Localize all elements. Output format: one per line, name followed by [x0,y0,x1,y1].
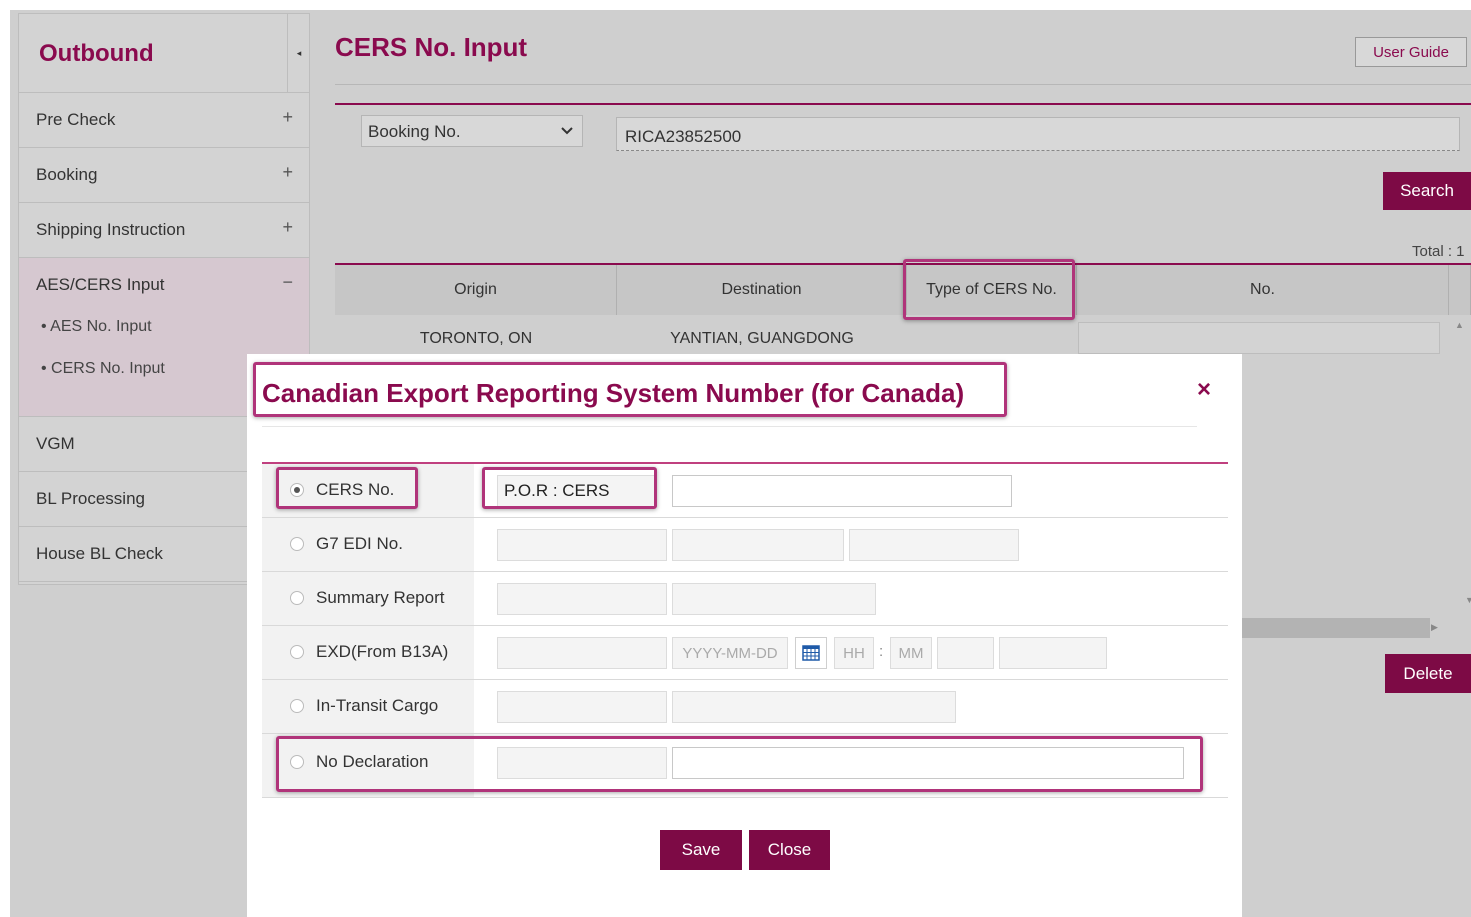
option-row-in-transit-cargo: In-Transit Cargo [262,680,1228,734]
g7-edi-radio[interactable] [290,537,304,551]
summary-report-radio[interactable] [290,591,304,605]
exd-minute-input[interactable]: MM [890,637,932,669]
sidebar-subitem-cers-no-input[interactable]: • CERS No. Input [41,360,165,378]
cers-modal: Canadian Export Reporting System Number … [247,354,1242,917]
column-header-destination: Destination [617,265,907,315]
cers-no-input[interactable] [672,475,1012,507]
exd-field-5[interactable] [999,637,1107,669]
exd-radio[interactable] [290,645,304,659]
highlight-cers-no-option [276,467,418,509]
highlight-modal-title [253,362,1007,417]
exd-field-1[interactable] [497,637,667,669]
in-transit-field-2[interactable] [672,691,956,723]
search-input[interactable]: RICA23852500 [616,117,1460,151]
total-count: Total : 1 [1412,243,1465,260]
column-header-origin: Origin [335,265,617,315]
option-row-g7-edi: G7 EDI No. [262,518,1228,572]
option-label: G7 EDI No. [316,534,403,553]
option-row-exd: EXD(From B13A) YYYY-MM-DD HH : MM [262,626,1228,680]
user-guide-button[interactable]: User Guide [1355,37,1467,67]
page-title: CERS No. Input [335,32,528,62]
exd-date-input[interactable]: YYYY-MM-DD [672,637,788,669]
scroll-right-icon[interactable]: ▶ [1431,622,1438,633]
cers-no-cell-input[interactable] [1078,322,1440,354]
option-label: In-Transit Cargo [316,696,439,715]
option-label: EXD(From B13A) [316,642,449,661]
sidebar-subitem-aes-no-input[interactable]: • AES No. Input [41,318,152,336]
close-button[interactable]: Close [749,830,830,870]
exd-field-4[interactable] [937,637,994,669]
scroll-down-icon[interactable]: ▼ [1465,595,1471,605]
summary-report-field-2[interactable] [672,583,876,615]
close-icon[interactable]: × [1197,376,1211,404]
sidebar-item-label: Booking [36,165,98,184]
chevron-down-icon [552,116,582,146]
summary-report-field-1[interactable] [497,583,667,615]
sidebar-item-label: AES/CERS Input [36,275,165,294]
horizontal-scrollbar[interactable] [1242,618,1430,638]
sidebar-title: Outbound [39,40,154,67]
g7-edi-field-2[interactable] [672,529,844,561]
g7-edi-field-1[interactable] [497,529,667,561]
delete-button[interactable]: Delete [1385,654,1471,693]
calendar-icon[interactable] [795,637,827,669]
expand-icon[interactable]: + [282,217,293,238]
option-row-summary-report: Summary Report [262,572,1228,626]
sidebar-item-label: House BL Check [36,544,163,563]
highlight-no-declaration-row [276,736,1203,792]
sidebar-item-pre-check[interactable]: Pre Check + [19,93,309,148]
collapse-sidebar-icon[interactable]: ◂ [287,14,310,92]
in-transit-field-1[interactable] [497,691,667,723]
option-label: Summary Report [316,588,445,607]
sidebar-item-label: Pre Check [36,110,116,129]
sidebar-header: Outbound ◂ [19,14,309,93]
highlight-por-cers-prefix [482,467,657,509]
sidebar-item-label: BL Processing [36,489,145,508]
collapse-icon[interactable]: − [282,272,293,293]
column-header-no: No. [1077,265,1449,315]
divider [262,426,1197,427]
scroll-up-icon[interactable]: ▲ [1455,320,1464,330]
sidebar-item-label: VGM [36,434,75,453]
expand-icon[interactable]: + [282,107,293,128]
save-button[interactable]: Save [660,830,742,870]
divider [335,103,1471,105]
divider [335,84,1471,85]
highlight-type-of-cers-header [903,259,1075,320]
in-transit-cargo-radio[interactable] [290,699,304,713]
sidebar-item-booking[interactable]: Booking + [19,148,309,203]
exd-hour-input[interactable]: HH [834,637,874,669]
column-header-scroll [1449,265,1471,315]
expand-icon[interactable]: + [282,162,293,183]
app-frame: Outbound ◂ Pre Check + Booking + Shippin… [10,10,1471,917]
search-type-value: Booking No. [368,122,461,141]
g7-edi-field-3[interactable] [849,529,1019,561]
search-type-select[interactable]: Booking No. [361,115,583,147]
sidebar-item-label: Shipping Instruction [36,220,186,239]
time-separator: : [879,643,884,660]
search-button[interactable]: Search [1383,172,1471,210]
sidebar-item-shipping-instruction[interactable]: Shipping Instruction + [19,203,309,258]
